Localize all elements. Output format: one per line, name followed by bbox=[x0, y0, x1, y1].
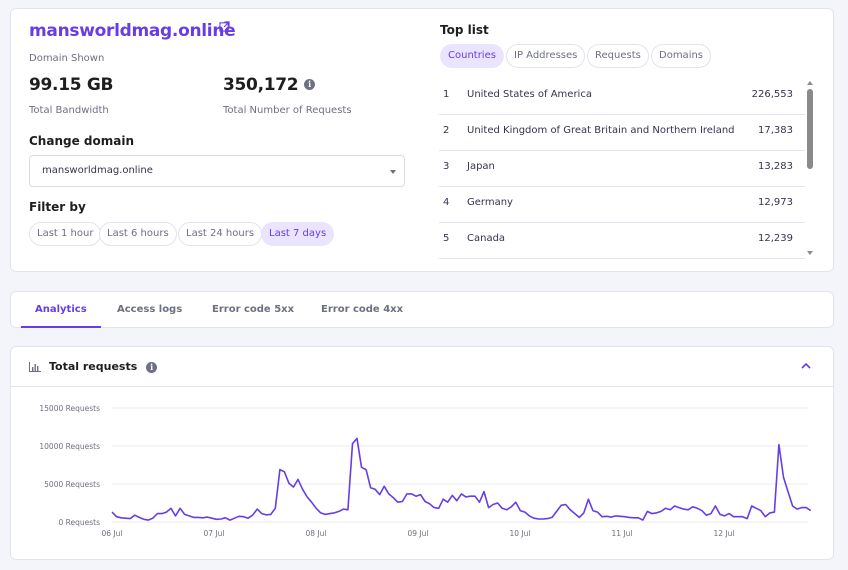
overview-card: mansworldmag.online Domain Shown 99.15 G… bbox=[10, 8, 834, 272]
toplist-tab-countries[interactable]: Countries bbox=[440, 44, 504, 68]
top-list-title: Top list bbox=[440, 23, 489, 37]
toplist-tab-ip-addresses[interactable]: IP Addresses bbox=[506, 44, 586, 68]
list-item: 4 Germany 12,973 bbox=[439, 187, 805, 223]
domain-select[interactable]: mansworldmag.online bbox=[29, 155, 405, 187]
y-tick-label: 0 Requests bbox=[58, 518, 100, 527]
bandwidth-label: Total Bandwidth bbox=[29, 105, 109, 116]
tab-access-logs[interactable]: Access logs bbox=[103, 292, 196, 328]
list-item: 2 United Kingdom of Great Britain and No… bbox=[439, 115, 805, 151]
country-name: United Kingdom of Great Britain and Nort… bbox=[467, 125, 735, 136]
x-tick-label: 10 Jul bbox=[510, 529, 531, 538]
rank: 3 bbox=[443, 161, 450, 172]
request-count: 13,283 bbox=[758, 161, 793, 172]
requests-line-chart: 0 Requests 5000 Requests 10000 Requests 150… bbox=[39, 404, 812, 538]
tab-error-5xx[interactable]: Error code 5xx bbox=[198, 292, 308, 328]
x-tick-label: 11 Jul bbox=[612, 529, 633, 538]
domain-select-value: mansworldmag.online bbox=[42, 165, 153, 176]
request-count: 12,239 bbox=[758, 233, 793, 244]
bandwidth-value: 99.15 GB bbox=[29, 75, 114, 95]
rank: 5 bbox=[443, 233, 450, 244]
request-count: 226,553 bbox=[751, 89, 793, 100]
x-tick-label: 06 Jul bbox=[102, 529, 123, 538]
info-icon[interactable]: i bbox=[303, 79, 315, 90]
list-item: 1 United States of America 226,553 bbox=[439, 79, 805, 115]
request-count: 17,383 bbox=[758, 125, 793, 136]
filter-last-7-days[interactable]: Last 7 days bbox=[261, 222, 335, 246]
x-tick-label: 12 Jul bbox=[714, 529, 735, 538]
domain-caption: Domain Shown bbox=[29, 53, 105, 64]
filter-last-24-hours[interactable]: Last 24 hours bbox=[178, 222, 263, 246]
list-item: 3 Japan 13,283 bbox=[439, 151, 805, 187]
requests-label: Total Number of Requests bbox=[223, 105, 352, 116]
change-domain-label: Change domain bbox=[29, 134, 134, 148]
tab-error-4xx[interactable]: Error code 4xx bbox=[307, 292, 417, 328]
country-name: Japan bbox=[467, 161, 495, 172]
toplist-tab-requests[interactable]: Requests bbox=[587, 44, 649, 68]
requests-number: 350,172 bbox=[223, 75, 299, 95]
rank: 2 bbox=[443, 125, 450, 136]
y-tick-label: 10000 Requests bbox=[39, 442, 100, 451]
tabs-bar: Analytics Access logs Error code 5xx Err… bbox=[10, 291, 834, 328]
x-tick-label: 08 Jul bbox=[306, 529, 327, 538]
scroll-down-arrow[interactable] bbox=[807, 251, 813, 255]
tab-analytics[interactable]: Analytics bbox=[21, 292, 101, 328]
chevron-down-icon bbox=[390, 170, 396, 174]
request-count: 12,973 bbox=[758, 197, 793, 208]
scrollbar-thumb[interactable] bbox=[807, 89, 813, 169]
list-item: 5 Canada 12,239 bbox=[439, 223, 805, 259]
top-list: 1 United States of America 226,553 2 Uni… bbox=[439, 79, 809, 259]
domain-title[interactable]: mansworldmag.online bbox=[29, 21, 236, 41]
filter-label: Filter by bbox=[29, 200, 86, 214]
rank: 1 bbox=[443, 89, 450, 100]
country-name: Germany bbox=[467, 197, 513, 208]
total-requests-panel: Total requests i 0 Requests 5000 Requests… bbox=[10, 346, 834, 560]
series-line-requests[interactable] bbox=[111, 437, 812, 521]
country-name: Canada bbox=[467, 233, 506, 244]
requests-value: 350,172 i bbox=[223, 75, 315, 95]
toplist-tab-domains[interactable]: Domains bbox=[651, 44, 712, 68]
scroll-up-arrow[interactable] bbox=[807, 81, 813, 85]
external-link-icon[interactable] bbox=[219, 21, 230, 32]
rank: 4 bbox=[443, 197, 450, 208]
y-tick-label: 15000 Requests bbox=[39, 404, 100, 413]
x-tick-label: 07 Jul bbox=[204, 529, 225, 538]
x-tick-label: 09 Jul bbox=[408, 529, 429, 538]
y-tick-label: 5000 Requests bbox=[44, 480, 100, 489]
filter-last-6-hours[interactable]: Last 6 hours bbox=[99, 222, 177, 246]
country-name: United States of America bbox=[467, 89, 592, 100]
filter-last-1-hour[interactable]: Last 1 hour bbox=[29, 222, 102, 246]
